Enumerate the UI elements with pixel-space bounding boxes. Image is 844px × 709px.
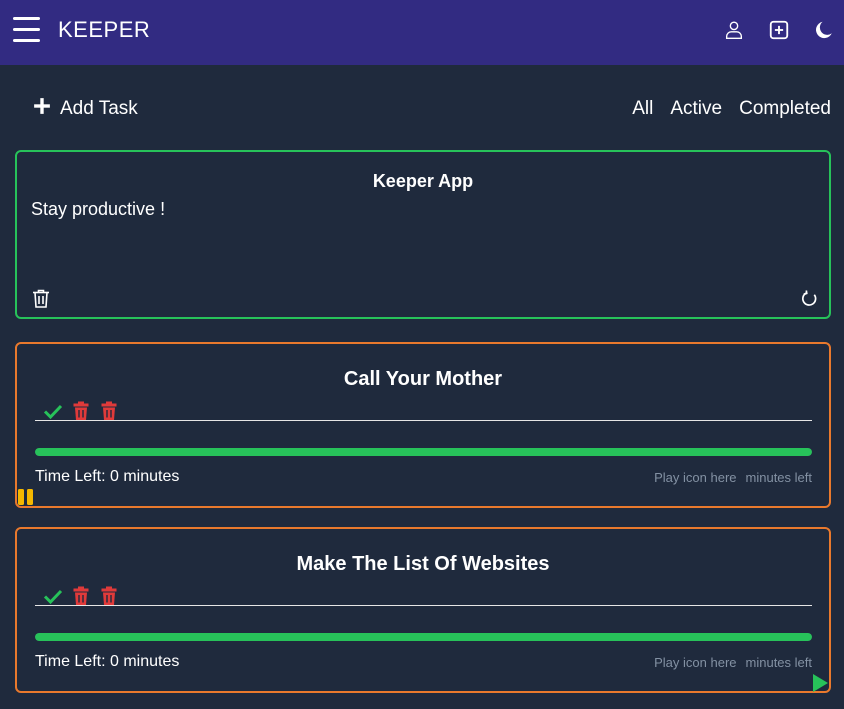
hint-minutes: minutes left	[745, 655, 812, 670]
add-task-label: Add Task	[60, 98, 138, 119]
moon-icon[interactable]	[813, 19, 835, 41]
refresh-icon[interactable]	[801, 290, 818, 307]
note-body: Stay productive !	[31, 199, 166, 219]
task-card: Make The List Of Websites Time Left: 0 m…	[15, 527, 831, 693]
user-icon[interactable]	[723, 19, 745, 41]
delete-icon[interactable]	[71, 401, 91, 421]
time-left: Time Left: 0 minutes	[35, 653, 180, 670]
filter-tabs: All Active Completed	[632, 98, 831, 120]
hint-play: Play icon here	[654, 655, 737, 670]
check-icon[interactable]	[43, 586, 63, 606]
delete-icon[interactable]	[71, 586, 91, 606]
task-title: Make The List Of Websites	[296, 553, 550, 575]
filter-active[interactable]: Active	[670, 98, 722, 120]
timer-hint: Play icon here minutes left	[654, 655, 812, 670]
hint-minutes: minutes left	[745, 470, 812, 485]
trash-icon[interactable]	[32, 289, 50, 308]
progress-fill	[35, 448, 812, 456]
check-icon[interactable]	[43, 401, 63, 421]
task-card: Call Your Mother Time Left: 0 minutes Pl…	[15, 342, 831, 508]
menu-icon[interactable]	[13, 17, 41, 43]
pause-icon[interactable]	[17, 489, 35, 505]
progress-bar	[35, 633, 812, 641]
task-title: Call Your Mother	[343, 368, 503, 390]
note-card: Keeper App Stay productive !	[15, 150, 831, 319]
divider	[35, 605, 812, 606]
add-task-button[interactable]: Add Task	[33, 95, 138, 123]
time-left: Time Left: 0 minutes	[35, 468, 180, 485]
progress-bar	[35, 448, 812, 456]
timer-hint: Play icon here minutes left	[654, 470, 812, 485]
divider	[35, 420, 812, 421]
add-box-icon[interactable]	[768, 19, 790, 41]
progress-fill	[35, 633, 812, 641]
delete-icon[interactable]	[99, 586, 119, 606]
filter-all[interactable]: All	[632, 98, 653, 120]
delete-icon[interactable]	[99, 401, 119, 421]
filter-completed[interactable]: Completed	[739, 98, 831, 120]
plus-icon	[34, 98, 50, 114]
play-icon[interactable]	[812, 674, 829, 692]
app-header: KEEPER	[0, 0, 844, 65]
note-title: Keeper App	[372, 171, 474, 191]
hint-play: Play icon here	[654, 470, 737, 485]
app-title: KEEPER	[58, 17, 151, 42]
